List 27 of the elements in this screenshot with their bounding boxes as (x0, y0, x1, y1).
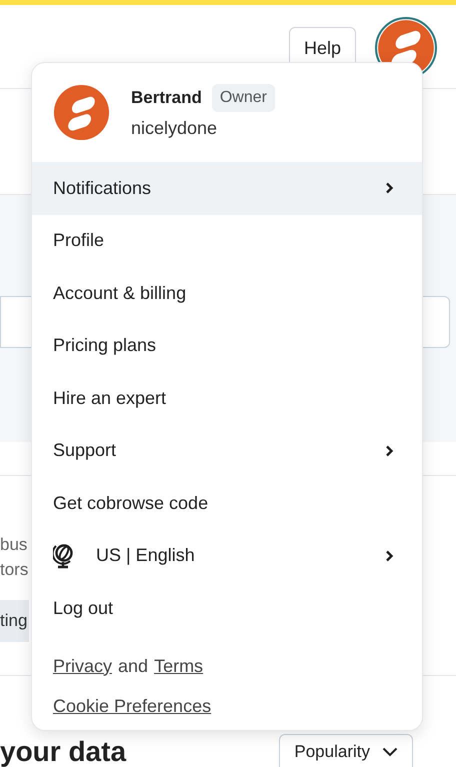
globe-icon (53, 542, 75, 569)
cookie-preferences-link[interactable]: Cookie Preferences (53, 692, 212, 720)
menu-item[interactable]: Account & billing (32, 267, 422, 320)
description-text: tors (0, 559, 28, 581)
section-heading: your data (0, 737, 126, 767)
menu-item[interactable]: US | English (32, 530, 422, 582)
menu-item[interactable]: Log out (32, 582, 422, 634)
menu-item[interactable]: Get cobrowse code (32, 477, 422, 530)
menu-item[interactable]: Hire an expert (32, 372, 422, 424)
menu-item[interactable]: Pricing plans (32, 320, 422, 372)
terms-link[interactable]: Terms (154, 652, 204, 680)
menu-item[interactable]: Profile (32, 214, 422, 267)
description-text: bus (0, 534, 28, 556)
category-tag[interactable]: ting (0, 600, 30, 642)
conjunction-text: and (118, 654, 148, 678)
menu-item[interactable]: Notifications (32, 162, 422, 214)
avatar-icon (53, 84, 110, 141)
chevron-right-icon (385, 182, 394, 194)
user-name: Bertrand (131, 86, 202, 109)
sort-dropdown[interactable]: Popularity (279, 734, 413, 767)
menu-item[interactable]: Support (32, 424, 422, 477)
role-badge: Owner (212, 84, 275, 112)
chevron-right-icon (385, 444, 394, 457)
workspace-name: nicelydone (131, 116, 218, 140)
privacy-link[interactable]: Privacy (53, 652, 112, 680)
chevron-right-icon (385, 550, 394, 562)
chevron-down-icon (382, 746, 398, 756)
